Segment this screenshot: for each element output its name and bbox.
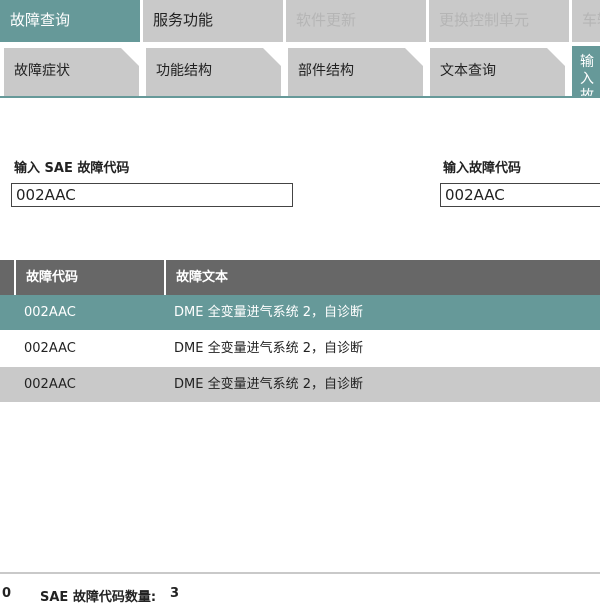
table-row[interactable]: 002AAC DME 全变量进气系统 2，自诊断 — [0, 367, 600, 402]
subtab-function-structure[interactable]: 功能结构 — [146, 48, 281, 97]
sae-code-input[interactable]: 002AAC — [11, 183, 293, 207]
status-left-value: 0 — [2, 586, 12, 601]
table-row[interactable]: 002AAC DME 全变量进气系统 2，自诊断 — [0, 295, 600, 330]
tab-replace-control-unit: 更换控制单元 — [429, 0, 569, 42]
column-header-fault-text[interactable]: 故障文本 — [166, 260, 600, 295]
status-divider — [0, 572, 600, 574]
main-tab-bar: 故障查询 服务功能 软件更新 更换控制单元 车辆 — [0, 0, 600, 44]
table-row[interactable]: 002AAC DME 全变量进气系统 2，自诊断 — [0, 331, 600, 366]
fault-code-input[interactable]: 002AAC — [440, 183, 600, 207]
sae-code-label: 输入 SAE 故障代码 — [14, 161, 130, 176]
results-table-header: 故障代码 故障文本 — [0, 260, 600, 295]
subtab-text-search[interactable]: 文本查询 — [430, 48, 565, 97]
row-fault-code: 002AAC — [24, 341, 76, 356]
fault-code-label: 输入故障代码 — [443, 161, 522, 176]
row-fault-code: 002AAC — [24, 305, 76, 320]
tab-vehicle: 车辆 — [572, 0, 600, 42]
subtab-enter-fault-code[interactable]: 输入故障码 — [572, 46, 600, 97]
subtab-component-structure[interactable]: 部件结构 — [288, 48, 423, 97]
subtab-fault-symptoms[interactable]: 故障症状 — [4, 48, 139, 97]
tab-fault-query[interactable]: 故障查询 — [0, 0, 140, 42]
tab-software-update: 软件更新 — [286, 0, 426, 42]
sub-tab-bar: 故障症状 功能结构 部件结构 文本查询 输入故障码 — [0, 44, 600, 97]
row-fault-text: DME 全变量进气系统 2，自诊断 — [174, 341, 363, 356]
tab-divider — [0, 96, 600, 98]
column-header-fault-code[interactable]: 故障代码 — [16, 260, 164, 295]
row-fault-code: 002AAC — [24, 377, 76, 392]
sae-count-value: 3 — [170, 586, 180, 601]
row-fault-text: DME 全变量进气系统 2，自诊断 — [174, 305, 363, 320]
tab-service-functions[interactable]: 服务功能 — [143, 0, 283, 42]
sae-count-label: SAE 故障代码数量: — [40, 590, 157, 605]
row-fault-text: DME 全变量进气系统 2，自诊断 — [174, 377, 363, 392]
